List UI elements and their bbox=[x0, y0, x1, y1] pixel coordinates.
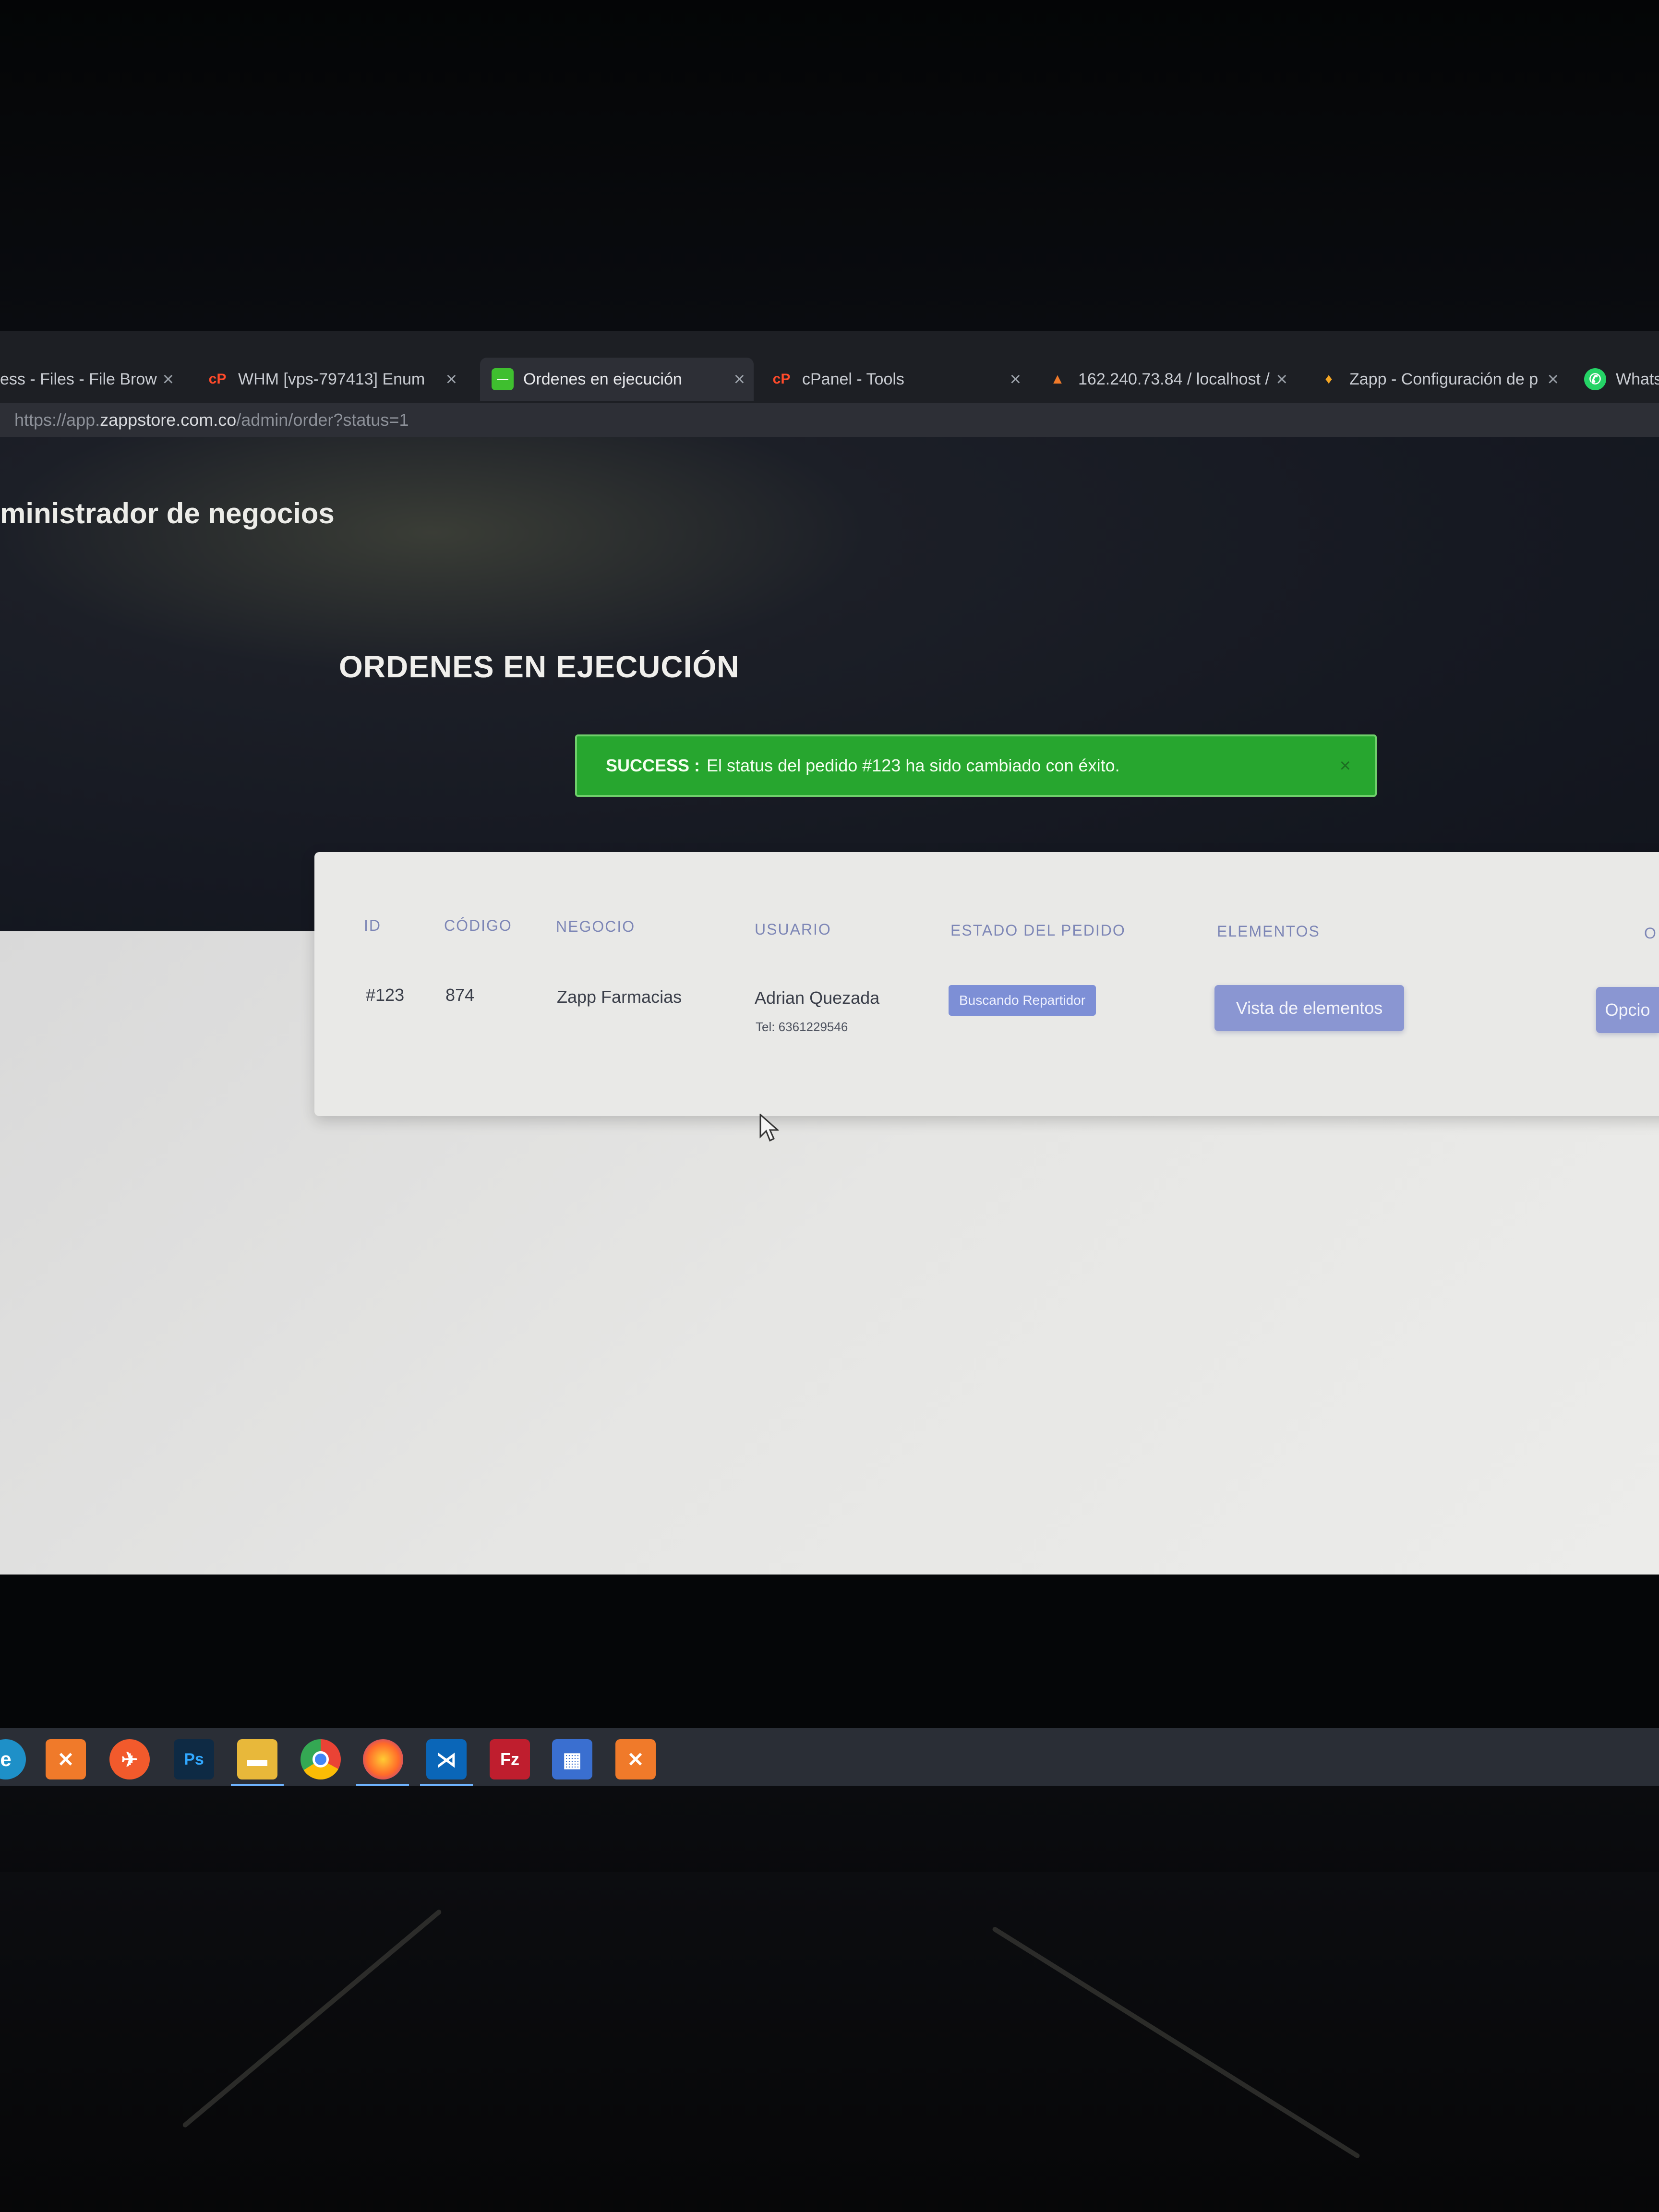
vscode-icon[interactable]: ⋊ bbox=[426, 1739, 467, 1779]
tab-title: cPanel - Tools bbox=[802, 370, 904, 388]
xampp-icon[interactable]: ✕ bbox=[46, 1739, 86, 1779]
alert-message: El status del pedido #123 ha sido cambia… bbox=[707, 756, 1120, 775]
column-header-elementos: ELEMENTOS bbox=[1217, 923, 1320, 940]
column-header-id: ID bbox=[364, 917, 381, 934]
tab-title: WHM [vps-797413] Enum bbox=[238, 370, 425, 388]
close-icon[interactable]: × bbox=[1548, 369, 1559, 390]
address-bar[interactable]: https://app. zappstore.com.co /admin/ord… bbox=[0, 403, 1659, 437]
tab-whatsapp[interactable]: ✆ Whats bbox=[1584, 358, 1659, 401]
column-header-codigo: CÓDIGO bbox=[444, 917, 512, 934]
photoshop-icon[interactable]: Ps bbox=[174, 1739, 214, 1779]
whatsapp-icon: ✆ bbox=[1584, 368, 1606, 390]
cell-user-name: Adrian Quezada bbox=[755, 988, 880, 1008]
options-button[interactable]: Opcio bbox=[1596, 987, 1659, 1033]
firebase-icon: ♦ bbox=[1325, 371, 1333, 387]
page-title: ORDENES EN EJECUCIÓN bbox=[339, 649, 740, 684]
filezilla-label: Fz bbox=[500, 1749, 519, 1769]
tab-title: Whats bbox=[1616, 370, 1659, 388]
cell-user-phone: Tel: 6361229546 bbox=[756, 1020, 848, 1034]
brand-title: ministrador de negocios bbox=[0, 497, 335, 529]
close-icon[interactable]: × bbox=[1340, 755, 1351, 777]
tab-file-browser[interactable]: ess - Files - File Brow × bbox=[0, 358, 182, 401]
tab-whm[interactable]: cP WHM [vps-797413] Enum × bbox=[206, 358, 466, 401]
photoshop-label: Ps bbox=[184, 1750, 204, 1768]
tab-title: Ordenes en ejecución bbox=[523, 370, 682, 388]
url-prefix: https://app. bbox=[14, 410, 100, 430]
room-background-top bbox=[0, 0, 1659, 336]
close-icon[interactable]: × bbox=[446, 369, 457, 390]
orders-table-card bbox=[314, 852, 1659, 1116]
url-path: /admin/order?status=1 bbox=[236, 410, 409, 430]
tab-ordenes-en-ejecucion[interactable]: — Ordenes en ejecución × bbox=[480, 358, 754, 401]
tab-title: 162.240.73.84 / localhost / bbox=[1078, 370, 1270, 388]
cell-order-id: #123 bbox=[366, 985, 405, 1005]
status-badge: Buscando Repartidor bbox=[949, 985, 1096, 1016]
phpmyadmin-icon: ▲ bbox=[1050, 371, 1065, 387]
room-background-bottom bbox=[0, 1872, 1659, 2212]
tab-title: ess - Files - File Brow bbox=[0, 370, 157, 388]
chrome-icon[interactable] bbox=[301, 1739, 341, 1779]
filezilla-icon[interactable]: Fz bbox=[490, 1739, 530, 1779]
zapp-favicon-icon: — bbox=[492, 368, 514, 390]
cpanel-icon: cP bbox=[772, 371, 791, 387]
alert-label: SUCCESS : bbox=[606, 756, 700, 775]
cell-business: Zapp Farmacias bbox=[557, 987, 682, 1007]
column-header-estado: ESTADO DEL PEDIDO bbox=[950, 922, 1126, 939]
xampp-icon[interactable]: ✕ bbox=[615, 1739, 656, 1779]
mouse-cursor-icon bbox=[759, 1114, 779, 1142]
firefox-icon[interactable] bbox=[363, 1739, 403, 1779]
postman-icon[interactable]: ✈ bbox=[109, 1739, 150, 1779]
close-icon[interactable]: × bbox=[1276, 369, 1287, 390]
tab-title: Zapp - Configuración de p bbox=[1349, 370, 1539, 388]
column-header-usuario: USUARIO bbox=[755, 921, 831, 938]
column-header-negocio: NEGOCIO bbox=[556, 918, 636, 935]
column-header-opciones: O bbox=[1644, 925, 1657, 942]
view-elements-button[interactable]: Vista de elementos bbox=[1214, 985, 1404, 1031]
tab-firebase-config[interactable]: ♦ Zapp - Configuración de p × bbox=[1318, 358, 1567, 401]
cell-order-code: 874 bbox=[445, 985, 475, 1005]
browser-tab-bar: ess - Files - File Brow × cP WHM [vps-79… bbox=[0, 331, 1659, 403]
store-icon[interactable]: ▦ bbox=[552, 1739, 592, 1779]
url-host: zappstore.com.co bbox=[100, 410, 237, 430]
tab-phpmyadmin[interactable]: ▲ 162.240.73.84 / localhost / × bbox=[1046, 358, 1296, 401]
close-icon[interactable]: × bbox=[1010, 369, 1021, 390]
success-alert: SUCCESS : El status del pedido #123 ha s… bbox=[575, 734, 1377, 797]
cpanel-icon: cP bbox=[208, 371, 227, 387]
tab-cpanel-tools[interactable]: cP cPanel - Tools × bbox=[770, 358, 1030, 401]
close-icon[interactable]: × bbox=[163, 369, 174, 390]
file-explorer-icon[interactable]: ▬ bbox=[237, 1739, 277, 1779]
close-icon[interactable]: × bbox=[734, 369, 745, 390]
